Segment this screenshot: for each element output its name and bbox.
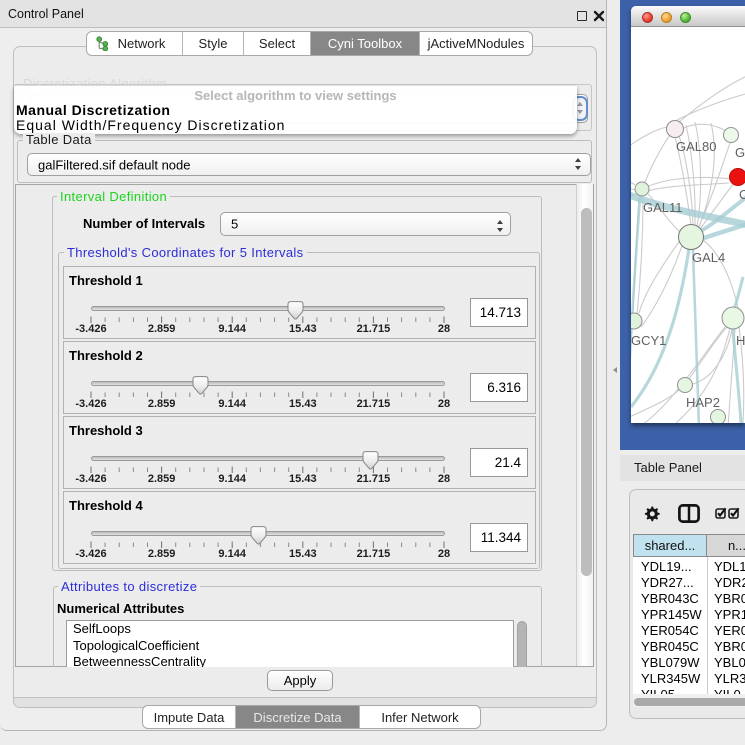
svg-text:HAP2: HAP2 — [686, 395, 720, 410]
svg-text:GAL80: GAL80 — [676, 139, 716, 154]
svg-text:GAL4: GAL4 — [692, 250, 725, 265]
svg-text:GAL11: GAL11 — [643, 200, 683, 215]
svg-text:C: C — [739, 187, 745, 202]
svg-text:H: H — [736, 333, 745, 348]
svg-text:GCY1: GCY1 — [631, 333, 666, 348]
svg-text:GA: GA — [735, 145, 745, 160]
